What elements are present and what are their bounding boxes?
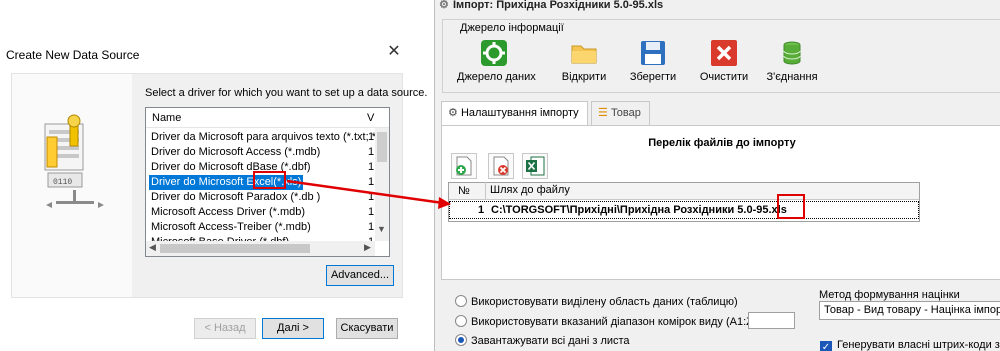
driver-item[interactable]: Driver do Microsoft Access (*.mdb) 1 <box>146 145 378 160</box>
remove-file-icon <box>493 156 509 176</box>
vertical-scrollbar[interactable]: ▼ <box>375 128 389 241</box>
source-group: Джерело інформації Джерело даних Відкрит… <box>442 19 1000 93</box>
dialog-prompt: Select a driver for which you want to se… <box>145 87 428 99</box>
chevron-right-icon[interactable]: ▶ <box>364 242 371 253</box>
driver-list-header: Name V <box>146 108 389 128</box>
close-icon[interactable]: ✕ <box>386 44 402 60</box>
database-icon <box>778 39 806 67</box>
radio-circle[interactable] <box>455 295 467 307</box>
folder-icon <box>570 39 598 67</box>
list-icon: ☰ <box>598 107 608 119</box>
add-file-button[interactable] <box>451 153 477 179</box>
floppy-icon <box>639 39 667 67</box>
svg-text:0110: 0110 <box>53 178 72 187</box>
back-button[interactable]: < Назад <box>194 318 256 339</box>
radio-circle-checked[interactable] <box>455 334 467 346</box>
driver-item[interactable]: Driver da Microsoft para arquivos texto … <box>146 130 389 145</box>
excel-button[interactable] <box>522 153 548 179</box>
open-button[interactable]: Відкрити <box>554 39 614 83</box>
tab-import-settings[interactable]: ⚙ Налаштування імпорту <box>441 101 588 127</box>
datasource-illustration: 0110 <box>12 74 132 297</box>
create-data-source-dialog: Create New Data Source ✕ 0110 Select a d <box>0 40 427 351</box>
driver-item[interactable]: Driver do Microsoft Paradox (*.db ) 1 <box>146 190 378 205</box>
grid-header: № Шлях до файлу <box>449 182 919 200</box>
tab-strip: ⚙ Налаштування імпорту ☰ Товар <box>441 101 1000 127</box>
cancel-button[interactable]: Скасувати <box>336 318 398 339</box>
radio-circle[interactable] <box>455 315 467 327</box>
clear-icon <box>710 39 738 67</box>
files-grid[interactable]: № Шлях до файлу 1 C:\TORGSOFT\Прихідні\П… <box>448 182 920 222</box>
connection-button[interactable]: З'єднання <box>762 39 822 83</box>
file-path: C:\TORGSOFT\Прихідні\Прихідна Розхідники… <box>491 204 787 216</box>
radio-selected-area[interactable]: Використовувати виділену область даних (… <box>455 295 738 309</box>
next-button[interactable]: Далі > <box>262 318 324 339</box>
column-header-version[interactable]: V <box>367 112 374 124</box>
driver-item[interactable]: Microsoft Access-Treiber (*.mdb) 1 <box>146 220 378 235</box>
xls-highlight-box <box>777 194 805 219</box>
range-input[interactable] <box>748 312 795 329</box>
import-options: Використовувати виділену область даних (… <box>441 283 1000 351</box>
window-title: ⚙ Імпорт: Прихідна Розхідники 5.0-95.xls <box>439 0 664 11</box>
gear-icon: ⚙ <box>448 107 458 119</box>
advanced-button[interactable]: Advanced... <box>326 265 394 286</box>
add-file-icon <box>456 156 472 176</box>
save-button[interactable]: Зберегти <box>623 39 683 83</box>
table-row[interactable]: 1 C:\TORGSOFT\Прихідні\Прихідна Розхідни… <box>449 201 919 219</box>
app-icon: ⚙ <box>439 0 449 11</box>
import-window: ⚙ Імпорт: Прихідна Розхідники 5.0-95.xls … <box>434 0 1000 351</box>
horizontal-scrollbar[interactable]: ◀ ▶ <box>146 241 375 256</box>
remove-file-button[interactable] <box>488 153 514 179</box>
column-header-name[interactable]: Name <box>152 112 181 124</box>
markup-method-label: Метод формування націнки <box>819 289 960 301</box>
radio-cell-range[interactable]: Використовувати вказаний діапазон коміро… <box>455 315 769 329</box>
source-group-label: Джерело інформації <box>460 22 564 34</box>
markup-method-select[interactable]: Товар - Вид товару - Націнка імпорту <box>819 301 1000 320</box>
generate-barcodes-checkbox[interactable]: ✓Генерувати власні штрих-коди за від <box>820 339 1000 351</box>
column-header-path[interactable]: Шлях до файлу <box>485 182 570 199</box>
clear-button[interactable]: Очистити <box>693 39 755 83</box>
row-number: 1 <box>478 204 485 216</box>
datasource-icon: 0110 <box>44 114 104 208</box>
excel-icon <box>526 156 545 176</box>
radio-all-sheet-data[interactable]: Завантажувати всі дані з листа <box>455 334 630 348</box>
import-settings-panel: Перелік файлів до імпорту № Шлях до файл… <box>441 125 1000 280</box>
chevron-left-icon[interactable]: ◀ <box>149 242 156 253</box>
tab-goods[interactable]: ☰ Товар <box>591 101 650 125</box>
scroll-thumb[interactable] <box>160 244 310 253</box>
driver-item[interactable]: Microsoft Access Driver (*.mdb) 1 <box>146 205 378 220</box>
dialog-title: Create New Data Source <box>6 48 140 62</box>
scroll-thumb[interactable] <box>377 132 387 162</box>
xls-highlight-box <box>253 171 286 189</box>
check-icon[interactable]: ✓ <box>820 341 832 351</box>
files-list-title: Перелік файлів до імпорту <box>648 137 796 149</box>
chevron-down-icon[interactable]: ▼ <box>377 224 386 234</box>
data-source-button[interactable]: Джерело даних <box>457 39 536 83</box>
dialog-panel: 0110 Select a driver for which you want … <box>11 73 427 298</box>
gear-icon <box>480 39 508 67</box>
column-header-number[interactable]: № <box>458 185 470 197</box>
